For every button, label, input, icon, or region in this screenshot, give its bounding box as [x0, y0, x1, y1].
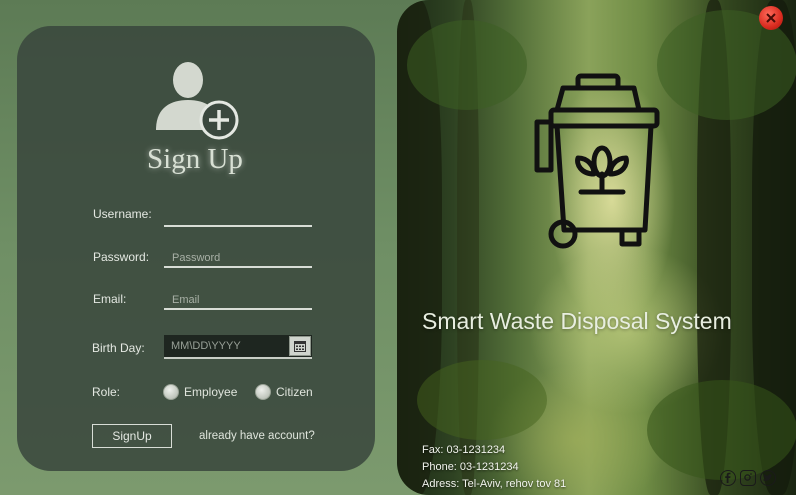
email-label: Email:: [93, 292, 127, 306]
close-button[interactable]: [759, 6, 783, 30]
password-label: Password:: [93, 250, 150, 264]
forest-panel: Smart Waste Disposal System Fax: 03-1231…: [397, 0, 796, 495]
instagram-icon[interactable]: [740, 470, 756, 486]
twitter-icon[interactable]: [760, 470, 776, 486]
signup-button[interactable]: SignUp: [92, 424, 172, 448]
contact-phone: Phone: 03-1231234: [422, 461, 519, 473]
role-radio-citizen[interactable]: [255, 384, 271, 400]
eco-trash-bin-icon: [534, 73, 660, 249]
role-label: Role:: [92, 385, 121, 399]
birthday-date-picker[interactable]: MM\DD\YYYY: [164, 335, 312, 359]
page-title: Sign Up: [147, 143, 243, 175]
password-field[interactable]: Password: [164, 248, 312, 268]
username-field[interactable]: [164, 207, 312, 227]
login-link[interactable]: already have account?: [199, 430, 315, 442]
email-field[interactable]: Email: [164, 290, 312, 310]
contact-fax: Fax: 03-1231234: [422, 444, 506, 456]
foliage: [647, 380, 796, 480]
calendar-button[interactable]: [289, 336, 311, 356]
role-option-citizen[interactable]: Citizen: [276, 385, 313, 399]
facebook-icon[interactable]: [720, 470, 736, 486]
brand-name: Smart Waste Disposal System: [422, 308, 732, 334]
user-add-icon: [156, 62, 239, 140]
role-option-employee[interactable]: Employee: [184, 385, 237, 399]
foliage: [417, 360, 547, 440]
calendar-icon: [294, 340, 306, 352]
role-radio-employee[interactable]: [163, 384, 179, 400]
contact-address: Adress: Tel-Aviv, rehov tov 81: [422, 478, 567, 490]
close-icon: [766, 13, 776, 23]
username-label: Username:: [93, 207, 152, 221]
foliage: [407, 20, 527, 110]
birthday-placeholder: MM\DD\YYYY: [171, 340, 241, 352]
birthday-label: Birth Day:: [92, 341, 145, 355]
